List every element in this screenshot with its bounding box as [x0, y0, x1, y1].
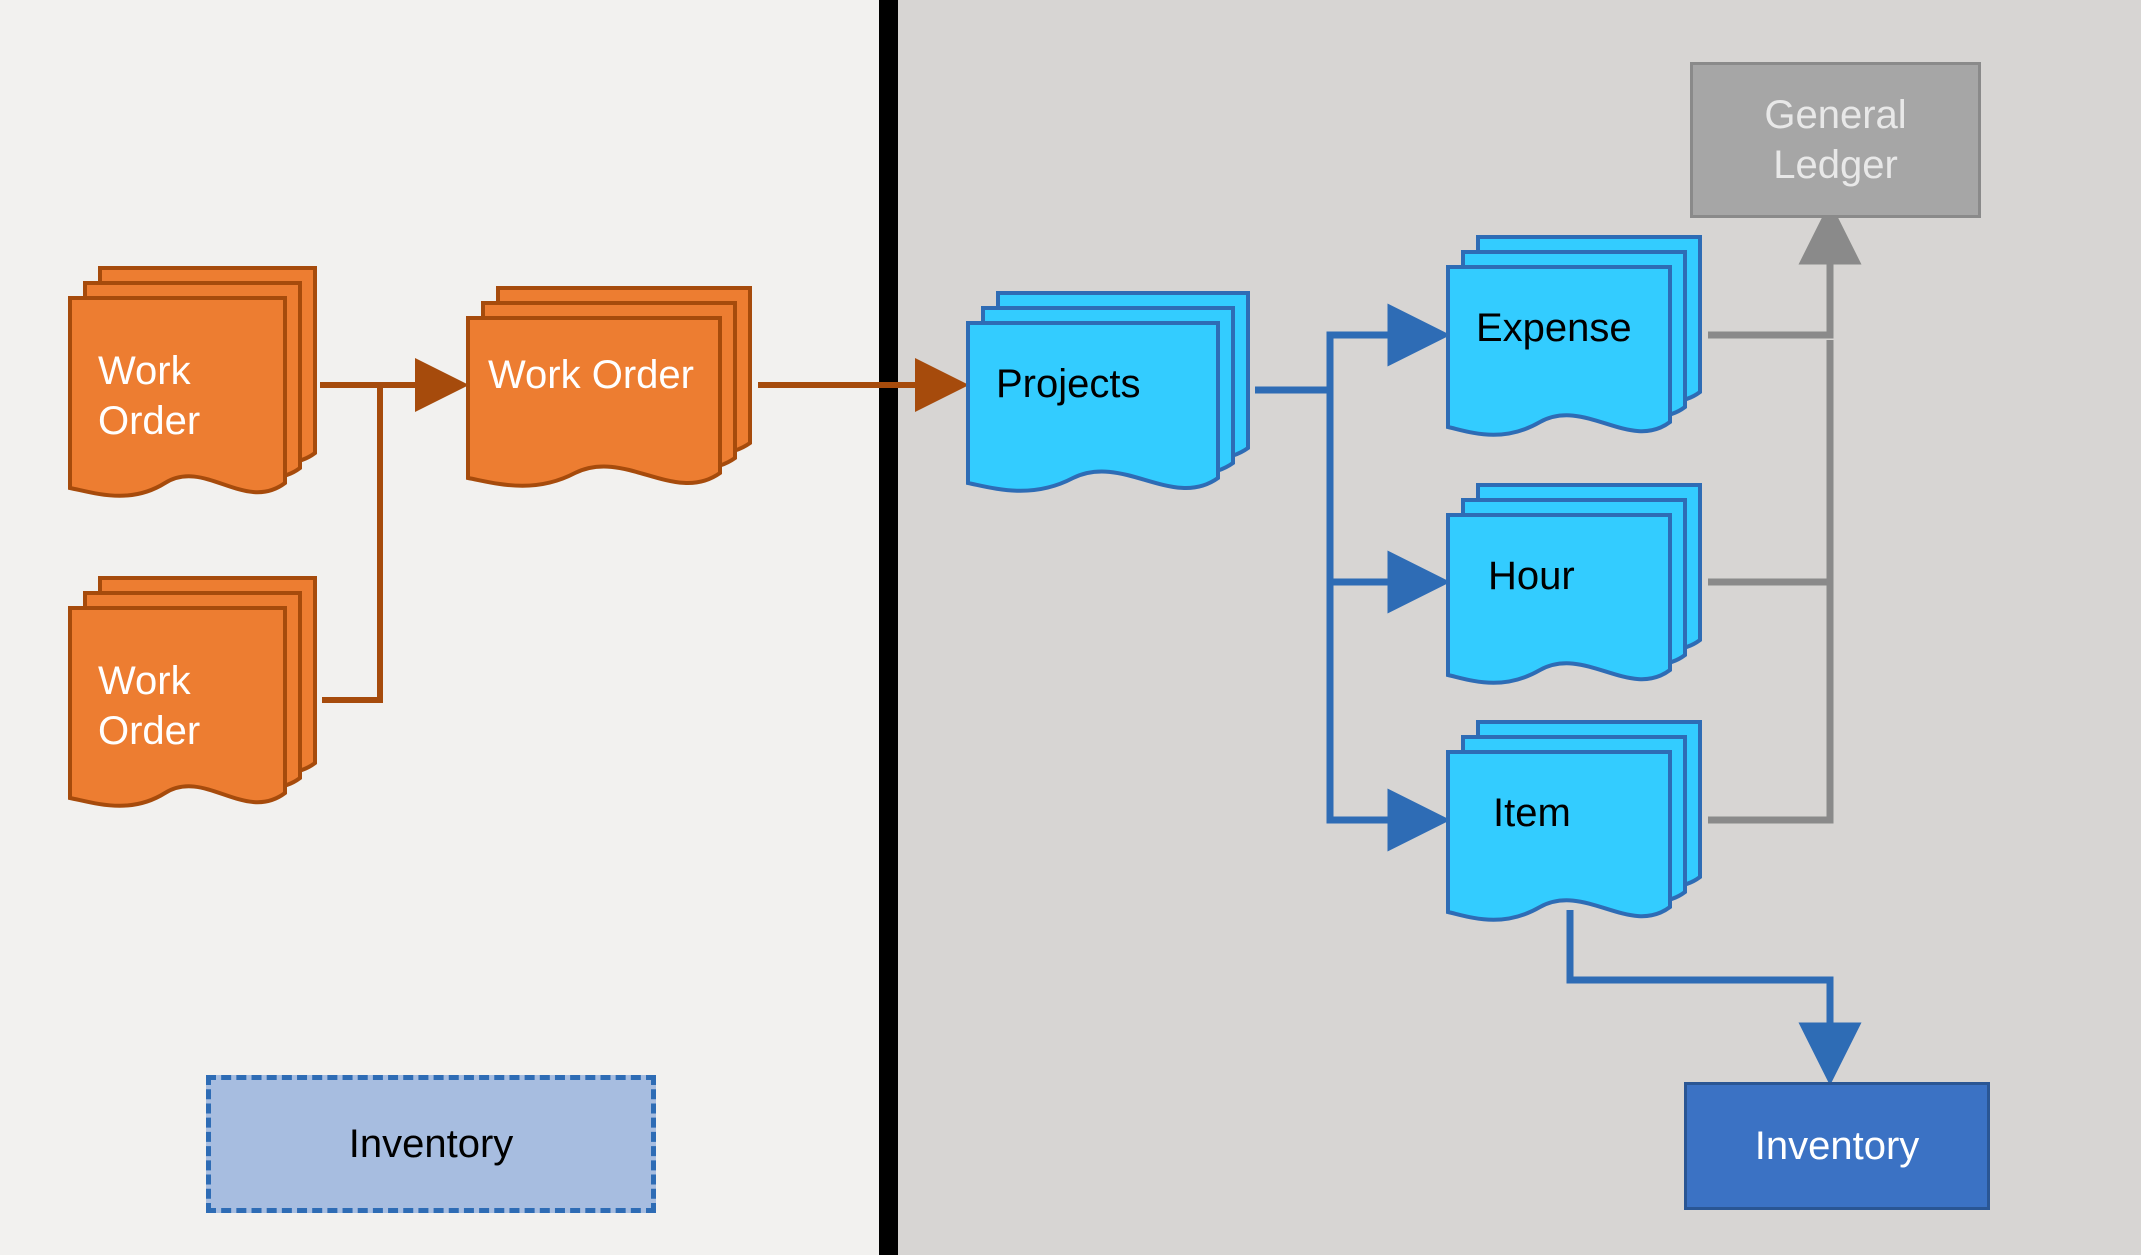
- inventory-dashed-box: Inventory: [206, 1075, 656, 1213]
- hour-stack: Hour: [1448, 485, 1710, 685]
- work-order-2-label: Work Order: [98, 656, 200, 756]
- expense-label: Expense: [1476, 303, 1632, 353]
- work-order-center: Work Order: [468, 288, 760, 488]
- inventory-label: Inventory: [1755, 1124, 1920, 1169]
- work-order-1-label: Work Order: [98, 346, 200, 446]
- item-label: Item: [1493, 788, 1571, 838]
- general-ledger-box: General Ledger: [1690, 62, 1981, 218]
- projects-stack: Projects: [968, 293, 1258, 493]
- work-order-center-label: Work Order: [488, 350, 694, 400]
- diagram-canvas: Work Order Work Order Work Order Invento…: [0, 0, 2141, 1255]
- item-stack: Item: [1448, 722, 1710, 922]
- work-order-stack-2: Work Order: [70, 578, 325, 813]
- work-order-stack-1: Work Order: [70, 268, 325, 503]
- general-ledger-label: General Ledger: [1764, 90, 1906, 190]
- expense-stack: Expense: [1448, 237, 1710, 437]
- projects-label: Projects: [996, 359, 1141, 409]
- inventory-dashed-label: Inventory: [349, 1122, 514, 1167]
- hour-label: Hour: [1488, 551, 1575, 601]
- inventory-box: Inventory: [1684, 1082, 1990, 1210]
